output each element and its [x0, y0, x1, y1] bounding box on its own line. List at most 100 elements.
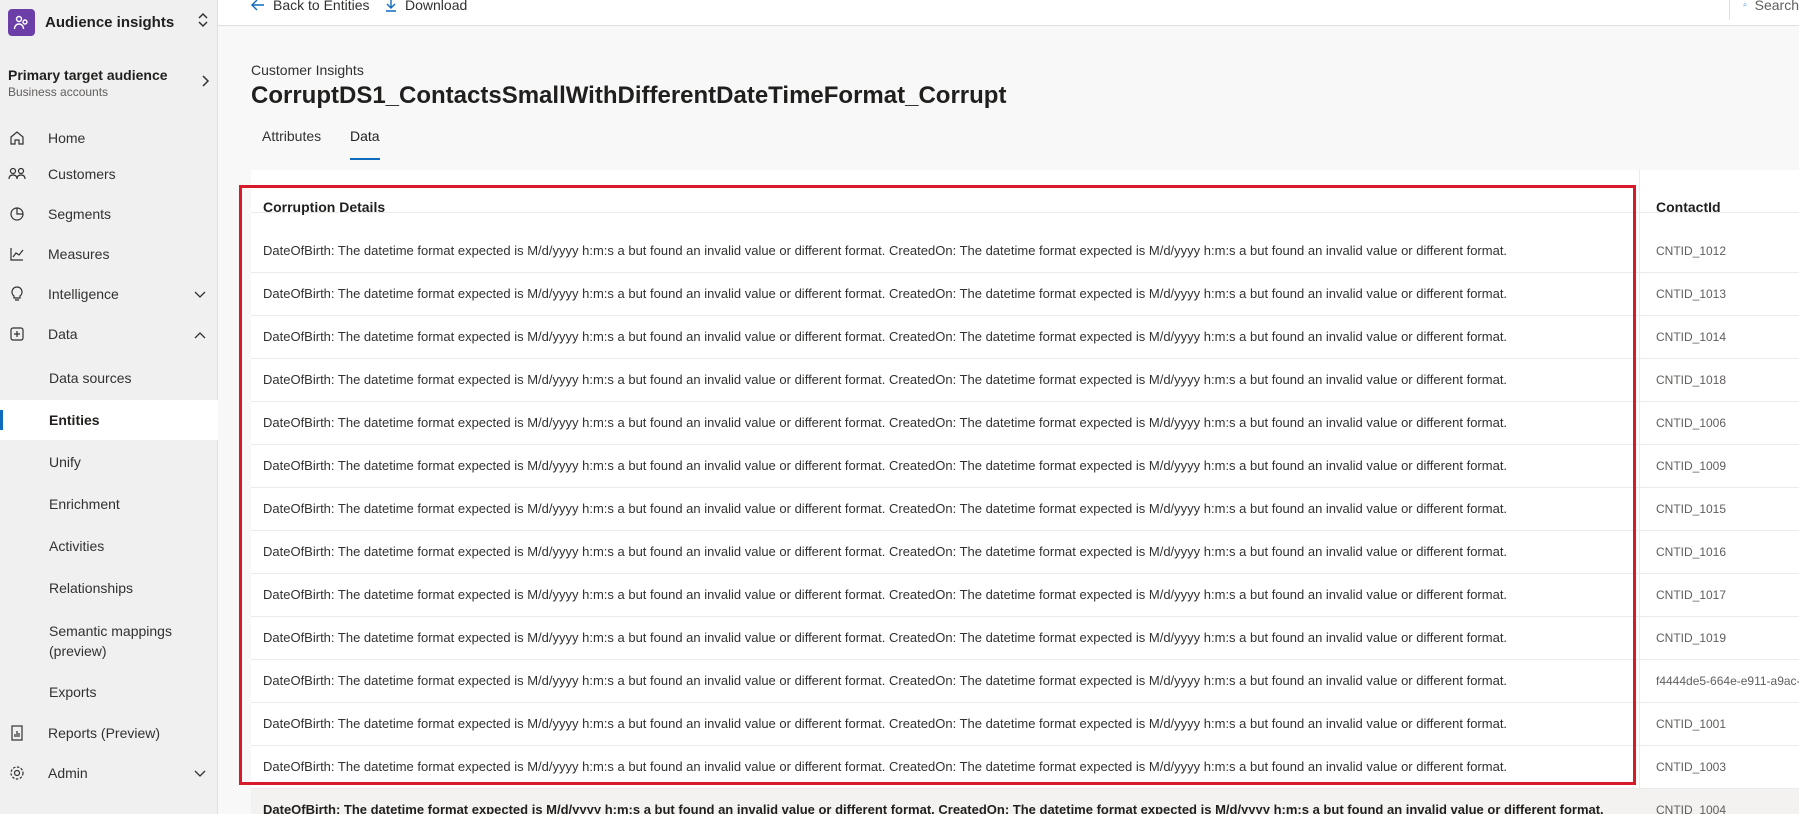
table-row[interactable]: DateOfBirth: The datetime format expecte…: [251, 359, 1799, 402]
cell-contactid: CNTID_1001: [1656, 717, 1727, 731]
cell-contactid: CNTID_1019: [1656, 631, 1727, 645]
table-row[interactable]: DateOfBirth: The datetime format expecte…: [251, 273, 1799, 316]
table-row[interactable]: DateOfBirth: The datetime format expecte…: [251, 746, 1799, 789]
chevron-up-icon: [194, 326, 206, 342]
audience-insights-logo-icon: [8, 8, 35, 36]
cell-corruption-details: DateOfBirth: The datetime format expecte…: [263, 286, 1508, 301]
nav-label-customers: Customers: [48, 166, 116, 182]
search-placeholder: Search: [1754, 0, 1799, 13]
nav-item-activities[interactable]: Activities: [0, 526, 218, 566]
cell-contactid: CNTID_1018: [1656, 373, 1727, 387]
cell-corruption-details: DateOfBirth: The datetime format expecte…: [263, 372, 1508, 387]
table-row[interactable]: DateOfBirth: The datetime format expecte…: [251, 574, 1799, 617]
chevron-right-icon: [200, 74, 210, 93]
nav-item-relationships[interactable]: Relationships: [0, 568, 218, 608]
cell-corruption-details: DateOfBirth: The datetime format expecte…: [263, 802, 1604, 814]
nav-label-semantic-mappings: Semantic mappings (preview): [49, 621, 172, 661]
cell-contactid: CNTID_1004: [1656, 803, 1727, 814]
cell-corruption-details: DateOfBirth: The datetime format expecte…: [263, 716, 1508, 731]
audience-subtitle: Business accounts: [8, 85, 109, 99]
nav-item-home[interactable]: Home: [0, 118, 218, 158]
table-row[interactable]: DateOfBirth: The datetime format expecte…: [251, 488, 1799, 531]
table-row[interactable]: DateOfBirth: The datetime format expecte…: [251, 230, 1799, 273]
column-header-corruption-details[interactable]: Corruption Details: [263, 199, 1643, 215]
nav-label-data: Data: [48, 326, 78, 342]
chevron-down-icon: [194, 286, 206, 302]
reports-icon: [8, 724, 26, 742]
cell-corruption-details: DateOfBirth: The datetime format expecte…: [263, 243, 1508, 258]
app-header[interactable]: Audience insights: [8, 8, 212, 36]
nav-item-data-sources[interactable]: Data sources: [0, 358, 218, 398]
table-row[interactable]: DateOfBirth: The datetime format expecte…: [251, 316, 1799, 359]
tab-data[interactable]: Data: [350, 128, 380, 162]
back-to-entities-label: Back to Entities: [273, 0, 370, 13]
download-button[interactable]: Download: [385, 0, 467, 14]
table-row[interactable]: DateOfBirth: The datetime format expecte…: [251, 660, 1799, 703]
column-header-contactid[interactable]: ContactId: [1656, 199, 1721, 215]
table-row[interactable]: DateOfBirth: The datetime format expecte…: [251, 445, 1799, 488]
nav-label-activities: Activities: [49, 538, 105, 554]
cell-corruption-details: DateOfBirth: The datetime format expecte…: [263, 501, 1508, 516]
nav-label-semantic-mappings-line2: (preview): [49, 643, 107, 659]
breadcrumb: Customer Insights: [251, 62, 364, 78]
nav-label-measures: Measures: [48, 246, 110, 262]
nav-label-data-sources: Data sources: [49, 370, 132, 386]
tab-attributes[interactable]: Attributes: [262, 128, 321, 162]
cell-contactid: CNTID_1012: [1656, 244, 1727, 258]
cell-corruption-details: DateOfBirth: The datetime format expecte…: [263, 458, 1508, 473]
back-to-entities-button[interactable]: Back to Entities: [251, 0, 370, 14]
table-row[interactable]: DateOfBirth: The datetime format expecte…: [251, 617, 1799, 660]
gear-icon: [8, 764, 26, 782]
search-icon: [1743, 3, 1747, 7]
nav-item-segments[interactable]: Segments: [0, 194, 218, 234]
data-icon: [8, 325, 26, 343]
cell-corruption-details: DateOfBirth: The datetime format expecte…: [263, 759, 1508, 774]
arrow-left-icon: [251, 0, 264, 11]
app-switcher-chevron-icon[interactable]: [194, 12, 212, 33]
nav-item-measures[interactable]: Measures: [0, 234, 218, 274]
nav-item-admin[interactable]: Admin: [0, 753, 218, 793]
nav-item-data[interactable]: Data: [0, 314, 218, 354]
customers-icon: [8, 165, 26, 183]
app-title: Audience insights: [45, 13, 175, 31]
cell-corruption-details: DateOfBirth: The datetime format expecte…: [263, 329, 1508, 344]
table-row[interactable]: DateOfBirth: The datetime format expecte…: [251, 789, 1799, 814]
nav-label-home: Home: [48, 130, 86, 146]
nav-item-entities[interactable]: Entities: [0, 400, 218, 440]
cell-contactid: f4444de5-664e-e911-a9ac-: [1656, 674, 1799, 688]
nav-item-reports[interactable]: Reports (Preview): [0, 713, 218, 753]
cell-corruption-details: DateOfBirth: The datetime format expecte…: [263, 587, 1508, 602]
cell-corruption-details: DateOfBirth: The datetime format expecte…: [263, 673, 1508, 688]
cell-contactid: CNTID_1017: [1656, 588, 1727, 602]
audience-title: Primary target audience: [8, 67, 168, 83]
nav-item-intelligence[interactable]: Intelligence: [0, 274, 218, 314]
nav-label-reports: Reports (Preview): [48, 725, 161, 741]
nav-label-enrichment: Enrichment: [49, 496, 120, 512]
search-box[interactable]: Search: [1743, 0, 1799, 14]
nav-label-exports: Exports: [49, 684, 97, 700]
chevron-down-icon: [194, 765, 206, 781]
nav-label-semantic-mappings-line1: Semantic mappings: [49, 623, 172, 639]
cell-corruption-details: DateOfBirth: The datetime format expecte…: [263, 630, 1508, 645]
download-label: Download: [405, 0, 468, 13]
nav-item-customers[interactable]: Customers: [0, 154, 218, 194]
nav-item-enrichment[interactable]: Enrichment: [0, 484, 218, 524]
cell-contactid: CNTID_1014: [1656, 330, 1727, 344]
table-row[interactable]: DateOfBirth: The datetime format expecte…: [251, 531, 1799, 574]
home-icon: [8, 129, 26, 147]
cell-contactid: CNTID_1003: [1656, 760, 1727, 774]
nav-item-exports[interactable]: Exports: [0, 672, 218, 712]
command-bar: Back to Entities Download Search: [218, 0, 1799, 26]
nav-label-intelligence: Intelligence: [48, 286, 119, 302]
nav-label-admin: Admin: [48, 765, 88, 781]
nav-label-relationships: Relationships: [49, 580, 134, 596]
cell-contactid: CNTID_1013: [1656, 287, 1727, 301]
table-row[interactable]: DateOfBirth: The datetime format expecte…: [251, 402, 1799, 445]
data-grid: Corruption Details ContactId DateOfBirth…: [251, 170, 1799, 814]
table-row[interactable]: DateOfBirth: The datetime format expecte…: [251, 703, 1799, 746]
audience-switcher[interactable]: Primary target audience Business account…: [8, 64, 210, 102]
measures-icon: [8, 245, 26, 263]
nav-item-unify[interactable]: Unify: [0, 442, 218, 482]
sidebar: Audience insights Primary target audienc…: [0, 0, 218, 814]
nav-item-semantic-mappings[interactable]: Semantic mappings (preview): [0, 620, 218, 662]
